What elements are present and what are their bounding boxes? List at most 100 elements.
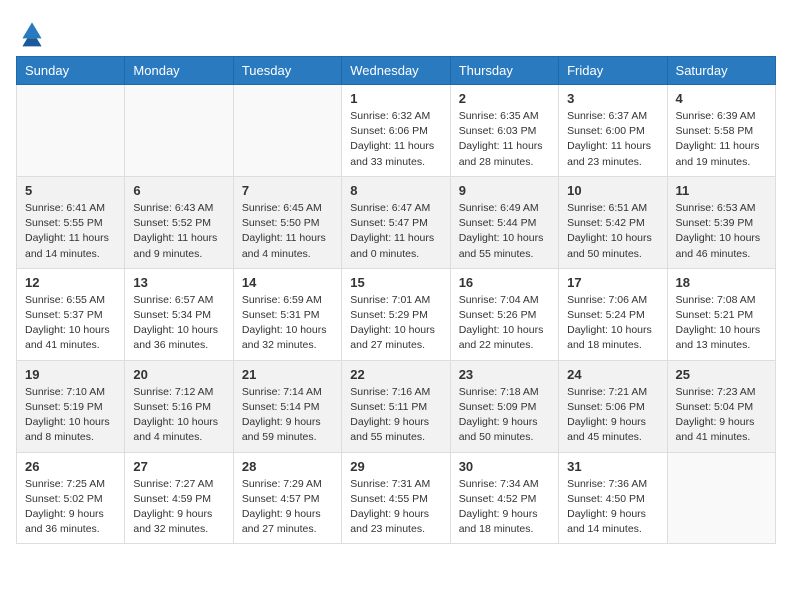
day-number: 11 xyxy=(676,183,767,198)
day-info: Sunrise: 7:04 AMSunset: 5:26 PMDaylight:… xyxy=(459,293,550,354)
calendar-day: 6 Sunrise: 6:43 AMSunset: 5:52 PMDaylight… xyxy=(125,176,233,268)
day-info: Sunrise: 7:29 AMSunset: 4:57 PMDaylight:… xyxy=(242,477,333,538)
day-info: Sunrise: 7:34 AMSunset: 4:52 PMDaylight:… xyxy=(459,477,550,538)
day-info: Sunrise: 6:53 AMSunset: 5:39 PMDaylight:… xyxy=(676,201,767,262)
page-header xyxy=(16,16,776,48)
day-info: Sunrise: 6:41 AMSunset: 5:55 PMDaylight:… xyxy=(25,201,116,262)
calendar-week-row: 1Sunrise: 6:32 AMSunset: 6:06 PMDaylight… xyxy=(17,85,776,177)
calendar-week-row: 19 Sunrise: 7:10 AMSunset: 5:19 PMDayligh… xyxy=(17,360,776,452)
day-number: 23 xyxy=(459,367,550,382)
day-number: 31 xyxy=(567,459,658,474)
calendar-week-row: 12 Sunrise: 6:55 AMSunset: 5:37 PMDayligh… xyxy=(17,268,776,360)
day-number: 7 xyxy=(242,183,333,198)
calendar-day: 7 Sunrise: 6:45 AMSunset: 5:50 PMDaylight… xyxy=(233,176,341,268)
day-number: 3 xyxy=(567,91,658,106)
day-info: Sunrise: 7:10 AMSunset: 5:19 PMDaylight:… xyxy=(25,385,116,446)
day-info: Sunrise: 6:32 AMSunset: 6:06 PMDaylight:… xyxy=(350,109,441,170)
day-number: 16 xyxy=(459,275,550,290)
day-number: 6 xyxy=(133,183,224,198)
calendar-day: 1Sunrise: 6:32 AMSunset: 6:06 PMDaylight… xyxy=(342,85,450,177)
day-number: 30 xyxy=(459,459,550,474)
calendar-day: 4 Sunrise: 6:39 AMSunset: 5:58 PMDaylight… xyxy=(667,85,775,177)
calendar-day: 31 Sunrise: 7:36 AMSunset: 4:50 PMDayligh… xyxy=(559,452,667,544)
day-info: Sunrise: 6:49 AMSunset: 5:44 PMDaylight:… xyxy=(459,201,550,262)
day-info: Sunrise: 7:21 AMSunset: 5:06 PMDaylight:… xyxy=(567,385,658,446)
calendar-day: 10 Sunrise: 6:51 AMSunset: 5:42 PMDayligh… xyxy=(559,176,667,268)
calendar-day: 26Sunrise: 7:25 AMSunset: 5:02 PMDayligh… xyxy=(17,452,125,544)
calendar-header-tuesday: Tuesday xyxy=(233,57,341,85)
calendar-day: 5 Sunrise: 6:41 AMSunset: 5:55 PMDaylight… xyxy=(17,176,125,268)
day-info: Sunrise: 7:16 AMSunset: 5:11 PMDaylight:… xyxy=(350,385,441,446)
day-info: Sunrise: 7:14 AMSunset: 5:14 PMDaylight:… xyxy=(242,385,333,446)
calendar-day: 28 Sunrise: 7:29 AMSunset: 4:57 PMDayligh… xyxy=(233,452,341,544)
day-number: 27 xyxy=(133,459,224,474)
logo xyxy=(16,16,52,48)
calendar-table: SundayMondayTuesdayWednesdayThursdayFrid… xyxy=(16,56,776,544)
calendar-day: 12 Sunrise: 6:55 AMSunset: 5:37 PMDayligh… xyxy=(17,268,125,360)
day-number: 2 xyxy=(459,91,550,106)
calendar-header-friday: Friday xyxy=(559,57,667,85)
day-info: Sunrise: 6:45 AMSunset: 5:50 PMDaylight:… xyxy=(242,201,333,262)
day-number: 4 xyxy=(676,91,767,106)
calendar-day: 27Sunrise: 7:27 AMSunset: 4:59 PMDayligh… xyxy=(125,452,233,544)
calendar-day: 23 Sunrise: 7:18 AMSunset: 5:09 PMDayligh… xyxy=(450,360,558,452)
calendar-day: 16 Sunrise: 7:04 AMSunset: 5:26 PMDayligh… xyxy=(450,268,558,360)
day-info: Sunrise: 6:43 AMSunset: 5:52 PMDaylight:… xyxy=(133,201,224,262)
calendar-week-row: 26Sunrise: 7:25 AMSunset: 5:02 PMDayligh… xyxy=(17,452,776,544)
day-number: 24 xyxy=(567,367,658,382)
day-info: Sunrise: 6:57 AMSunset: 5:34 PMDaylight:… xyxy=(133,293,224,354)
day-number: 19 xyxy=(25,367,116,382)
calendar-day: 25Sunrise: 7:23 AMSunset: 5:04 PMDayligh… xyxy=(667,360,775,452)
calendar-day: 30 Sunrise: 7:34 AMSunset: 4:52 PMDayligh… xyxy=(450,452,558,544)
calendar-day xyxy=(125,85,233,177)
day-info: Sunrise: 6:59 AMSunset: 5:31 PMDaylight:… xyxy=(242,293,333,354)
day-info: Sunrise: 6:39 AMSunset: 5:58 PMDaylight:… xyxy=(676,109,767,170)
day-number: 10 xyxy=(567,183,658,198)
calendar-day: 11 Sunrise: 6:53 AMSunset: 5:39 PMDayligh… xyxy=(667,176,775,268)
calendar-day: 2Sunrise: 6:35 AMSunset: 6:03 PMDaylight… xyxy=(450,85,558,177)
day-info: Sunrise: 6:51 AMSunset: 5:42 PMDaylight:… xyxy=(567,201,658,262)
day-info: Sunrise: 7:08 AMSunset: 5:21 PMDaylight:… xyxy=(676,293,767,354)
day-number: 8 xyxy=(350,183,441,198)
day-info: Sunrise: 6:55 AMSunset: 5:37 PMDaylight:… xyxy=(25,293,116,354)
day-info: Sunrise: 7:31 AMSunset: 4:55 PMDaylight:… xyxy=(350,477,441,538)
day-info: Sunrise: 7:12 AMSunset: 5:16 PMDaylight:… xyxy=(133,385,224,446)
calendar-day: 20 Sunrise: 7:12 AMSunset: 5:16 PMDayligh… xyxy=(125,360,233,452)
calendar-day xyxy=(233,85,341,177)
calendar-week-row: 5 Sunrise: 6:41 AMSunset: 5:55 PMDaylight… xyxy=(17,176,776,268)
day-number: 21 xyxy=(242,367,333,382)
day-info: Sunrise: 7:01 AMSunset: 5:29 PMDaylight:… xyxy=(350,293,441,354)
day-info: Sunrise: 7:18 AMSunset: 5:09 PMDaylight:… xyxy=(459,385,550,446)
logo-icon xyxy=(16,16,48,48)
day-number: 17 xyxy=(567,275,658,290)
day-number: 26 xyxy=(25,459,116,474)
day-number: 12 xyxy=(25,275,116,290)
calendar-day: 13Sunrise: 6:57 AMSunset: 5:34 PMDayligh… xyxy=(125,268,233,360)
day-info: Sunrise: 7:06 AMSunset: 5:24 PMDaylight:… xyxy=(567,293,658,354)
day-number: 25 xyxy=(676,367,767,382)
day-number: 14 xyxy=(242,275,333,290)
calendar-header-thursday: Thursday xyxy=(450,57,558,85)
day-number: 5 xyxy=(25,183,116,198)
calendar-day: 8 Sunrise: 6:47 AMSunset: 5:47 PMDaylight… xyxy=(342,176,450,268)
day-number: 15 xyxy=(350,275,441,290)
calendar-day xyxy=(17,85,125,177)
day-info: Sunrise: 6:37 AMSunset: 6:00 PMDaylight:… xyxy=(567,109,658,170)
calendar-day: 17 Sunrise: 7:06 AMSunset: 5:24 PMDayligh… xyxy=(559,268,667,360)
calendar-day: 22 Sunrise: 7:16 AMSunset: 5:11 PMDayligh… xyxy=(342,360,450,452)
calendar-header-row: SundayMondayTuesdayWednesdayThursdayFrid… xyxy=(17,57,776,85)
day-number: 18 xyxy=(676,275,767,290)
calendar-day: 15 Sunrise: 7:01 AMSunset: 5:29 PMDayligh… xyxy=(342,268,450,360)
calendar-day: 18 Sunrise: 7:08 AMSunset: 5:21 PMDayligh… xyxy=(667,268,775,360)
day-number: 22 xyxy=(350,367,441,382)
calendar-day: 9Sunrise: 6:49 AMSunset: 5:44 PMDaylight… xyxy=(450,176,558,268)
day-info: Sunrise: 7:36 AMSunset: 4:50 PMDaylight:… xyxy=(567,477,658,538)
calendar-day: 14 Sunrise: 6:59 AMSunset: 5:31 PMDayligh… xyxy=(233,268,341,360)
calendar-header-wednesday: Wednesday xyxy=(342,57,450,85)
calendar-day: 3 Sunrise: 6:37 AMSunset: 6:00 PMDaylight… xyxy=(559,85,667,177)
day-number: 29 xyxy=(350,459,441,474)
day-number: 20 xyxy=(133,367,224,382)
day-number: 28 xyxy=(242,459,333,474)
day-info: Sunrise: 6:47 AMSunset: 5:47 PMDaylight:… xyxy=(350,201,441,262)
calendar-header-monday: Monday xyxy=(125,57,233,85)
